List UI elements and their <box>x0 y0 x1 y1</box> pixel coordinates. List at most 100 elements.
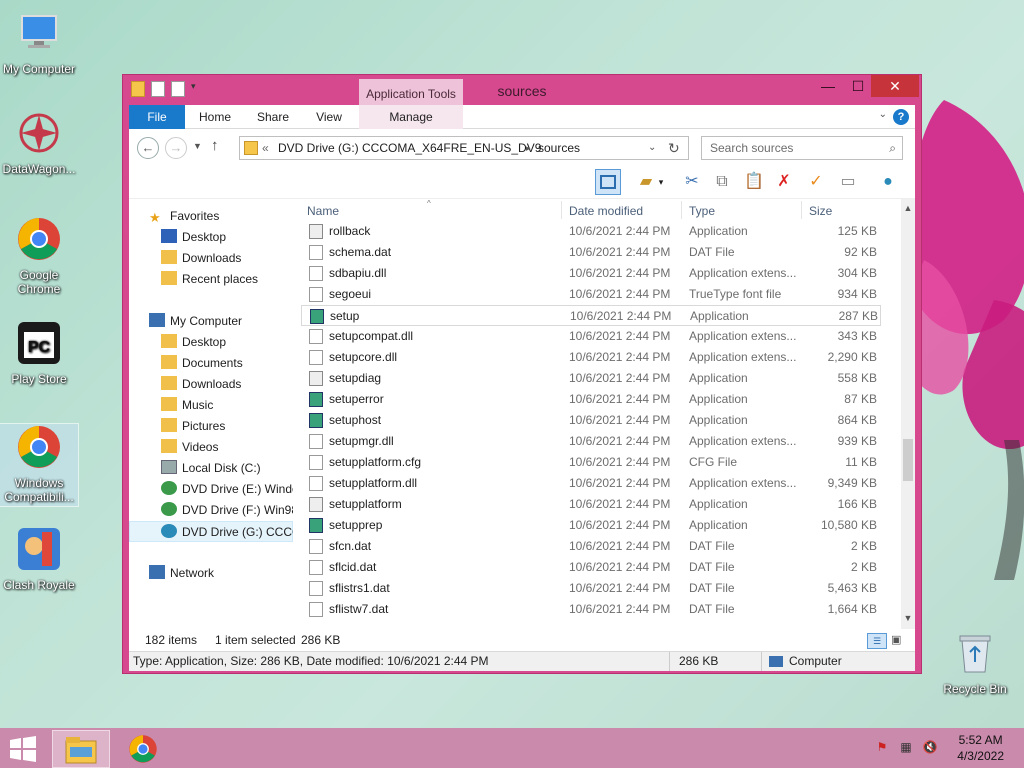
tab-home[interactable]: Home <box>189 105 241 129</box>
table-row[interactable]: setup 10/6/2021 2:44 PM Application 287 KB <box>301 305 881 326</box>
column-date[interactable]: Date modified <box>569 204 643 218</box>
column-name[interactable]: Name <box>307 204 339 218</box>
nav-favorites[interactable]: ★ Favorites <box>149 206 219 227</box>
desktop-icon-clash-royale[interactable]: Clash Royale <box>0 526 78 592</box>
volume-muted-icon[interactable]: 🔇 <box>922 740 938 756</box>
cell-date: 10/6/2021 2:44 PM <box>569 539 671 553</box>
tab-view[interactable]: View <box>303 105 355 129</box>
desktop-icon-play-store[interactable]: PC Play Store <box>0 320 78 386</box>
tab-file[interactable]: File <box>129 105 185 129</box>
windows-start-icon[interactable] <box>8 736 38 762</box>
table-row[interactable]: schema.dat 10/6/2021 2:44 PM DAT File 92 KB <box>301 242 881 263</box>
nav-label: Local Disk (C:) <box>182 461 261 475</box>
search-input[interactable]: Search sources ⌕ <box>701 136 903 160</box>
nav-dvd-e[interactable]: DVD Drive (E:) Windo <box>161 479 293 500</box>
table-row[interactable]: setupcompat.dll 10/6/2021 2:44 PM Applicat… <box>301 326 881 347</box>
copy-icon[interactable]: ⧉ <box>709 169 735 195</box>
table-row[interactable]: setupplatform.dll 10/6/2021 2:44 PM Applic… <box>301 473 881 494</box>
table-row[interactable]: sflistw7.dat 10/6/2021 2:44 PM DAT File 1,6… <box>301 599 881 620</box>
table-row[interactable]: setupcore.dll 10/6/2021 2:44 PM Applicatio… <box>301 347 881 368</box>
large-icons-view-icon[interactable]: ▣ <box>891 633 907 649</box>
close-button[interactable]: ✕ <box>871 75 919 97</box>
table-row[interactable]: rollback 10/6/2021 2:44 PM Application 125 … <box>301 221 881 242</box>
recent-locations-icon[interactable]: ▼ <box>193 141 202 151</box>
table-row[interactable]: setupdiag 10/6/2021 2:44 PM Application 558… <box>301 368 881 389</box>
taskbar-chrome[interactable] <box>114 730 172 768</box>
breadcrumb-separator-icon[interactable]: ▸ <box>526 137 531 159</box>
breadcrumb-drive[interactable]: DVD Drive (G:) CCCOMA_X64FRE_EN-US_DV9 <box>278 137 541 159</box>
rename-icon[interactable]: ✓ <box>803 169 829 195</box>
action-center-flag-icon[interactable]: ⚑ <box>874 740 890 756</box>
scroll-down-icon[interactable]: ▼ <box>901 613 915 623</box>
table-row[interactable]: sflcid.dat 10/6/2021 2:44 PM DAT File 2 KB <box>301 557 881 578</box>
nav-dvd-f[interactable]: DVD Drive (F:) Win98 <box>161 500 293 521</box>
desktop-icon-datawagon[interactable]: DataWagon... <box>0 110 78 176</box>
cut-icon[interactable]: ✂ <box>679 169 705 195</box>
up-arrow-icon[interactable]: ↑ <box>211 137 219 154</box>
desktop-icon-windows-compatibility[interactable]: Windows Compatibili... <box>0 423 79 507</box>
nav-documents[interactable]: Documents <box>161 353 243 374</box>
explorer-window[interactable]: ▾ Application Tools sources — ☐ ✕ File H… <box>122 74 922 674</box>
help-icon[interactable]: ? <box>893 109 909 125</box>
maximize-button[interactable]: ☐ <box>843 75 873 97</box>
desktop-icon-google-chrome[interactable]: Google Chrome <box>0 216 78 296</box>
table-row[interactable]: setupprep 10/6/2021 2:44 PM Application 10,… <box>301 515 881 536</box>
forward-button[interactable]: → <box>165 137 187 159</box>
scroll-thumb[interactable] <box>903 439 913 481</box>
address-bar[interactable]: « DVD Drive (G:) CCCOMA_X64FRE_EN-US_DV9… <box>239 136 689 160</box>
table-row[interactable]: sfcn.dat 10/6/2021 2:44 PM DAT File 2 KB <box>301 536 881 557</box>
desktop-icon-recycle-bin[interactable]: Recycle Bin <box>936 630 1014 696</box>
nav-label: Network <box>170 566 215 580</box>
chevron-down-icon[interactable]: ⌄ <box>648 137 656 159</box>
table-row[interactable]: setupplatform 10/6/2021 2:44 PM Applicatio… <box>301 494 881 515</box>
nav-fav-downloads[interactable]: Downloads <box>161 248 241 269</box>
breadcrumb-sources[interactable]: sources <box>538 137 580 159</box>
paste-icon[interactable]: 📋 <box>741 169 767 195</box>
cell-date: 10/6/2021 2:44 PM <box>569 287 671 301</box>
table-row[interactable]: sdbapiu.dll 10/6/2021 2:44 PM Application … <box>301 263 881 284</box>
taskbar-file-explorer[interactable] <box>52 730 110 768</box>
nav-local-disk-c[interactable]: Local Disk (C:) <box>161 458 261 479</box>
scroll-up-icon[interactable]: ▲ <box>901 203 915 213</box>
table-row[interactable]: sflistrs1.dat 10/6/2021 2:44 PM DAT File 5,… <box>301 578 881 599</box>
nav-fav-desktop[interactable]: Desktop <box>161 227 226 248</box>
properties-icon[interactable]: ▭ <box>835 169 861 195</box>
nav-dvd-g[interactable]: DVD Drive (G:) CCCC <box>129 521 293 542</box>
delete-icon[interactable]: ✗ <box>771 169 797 195</box>
table-row[interactable]: setuphost 10/6/2021 2:44 PM Application 864… <box>301 410 881 431</box>
desktop-icon-label: Play Store <box>11 372 67 386</box>
preview-pane-icon[interactable] <box>595 169 621 195</box>
vertical-scrollbar[interactable]: ▲ ▼ <box>901 199 915 629</box>
table-row[interactable]: setupplatform.cfg 10/6/2021 2:44 PM CFG Fi… <box>301 452 881 473</box>
refresh-icon[interactable]: ↻ <box>668 137 680 159</box>
details-view-icon[interactable]: ☰ <box>867 633 887 649</box>
column-size[interactable]: Size <box>809 204 832 218</box>
title-bar[interactable]: ▾ Application Tools sources — ☐ ✕ <box>123 75 921 129</box>
tab-manage[interactable]: Manage <box>359 105 463 129</box>
nav-videos[interactable]: Videos <box>161 437 218 458</box>
nav-music[interactable]: Music <box>161 395 213 416</box>
chevron-down-icon[interactable]: ▾ <box>655 169 667 195</box>
tab-share[interactable]: Share <box>247 105 299 129</box>
network-status-icon[interactable]: ▦ <box>898 740 914 756</box>
table-row[interactable]: segoeui 10/6/2021 2:44 PM TrueType font fi… <box>301 284 881 305</box>
chevron-down-icon[interactable]: ⌄ <box>879 109 887 120</box>
nav-pictures[interactable]: Pictures <box>161 416 225 437</box>
nav-fav-recent[interactable]: Recent places <box>161 269 258 290</box>
breadcrumb-overflow[interactable]: « <box>262 137 269 159</box>
minimize-button[interactable]: — <box>813 75 843 97</box>
globe-icon[interactable]: ● <box>875 169 901 195</box>
nav-downloads[interactable]: Downloads <box>161 374 241 395</box>
table-row[interactable]: setupmgr.dll 10/6/2021 2:44 PM Application… <box>301 431 881 452</box>
column-type[interactable]: Type <box>689 204 715 218</box>
back-button[interactable]: ← <box>137 137 159 159</box>
system-clock[interactable]: 5:52 AM 4/3/2022 <box>957 732 1004 764</box>
table-row[interactable]: setuperror 10/6/2021 2:44 PM Application 87… <box>301 389 881 410</box>
recycle-bin-icon <box>959 635 991 673</box>
search-icon[interactable]: ⌕ <box>889 137 896 159</box>
desktop-icon-my-computer[interactable]: My Computer <box>0 10 78 76</box>
nav-desktop[interactable]: Desktop <box>161 332 226 353</box>
setup-file-icon <box>309 392 323 407</box>
nav-my-computer[interactable]: My Computer <box>149 311 242 332</box>
nav-network[interactable]: Network <box>149 563 214 584</box>
